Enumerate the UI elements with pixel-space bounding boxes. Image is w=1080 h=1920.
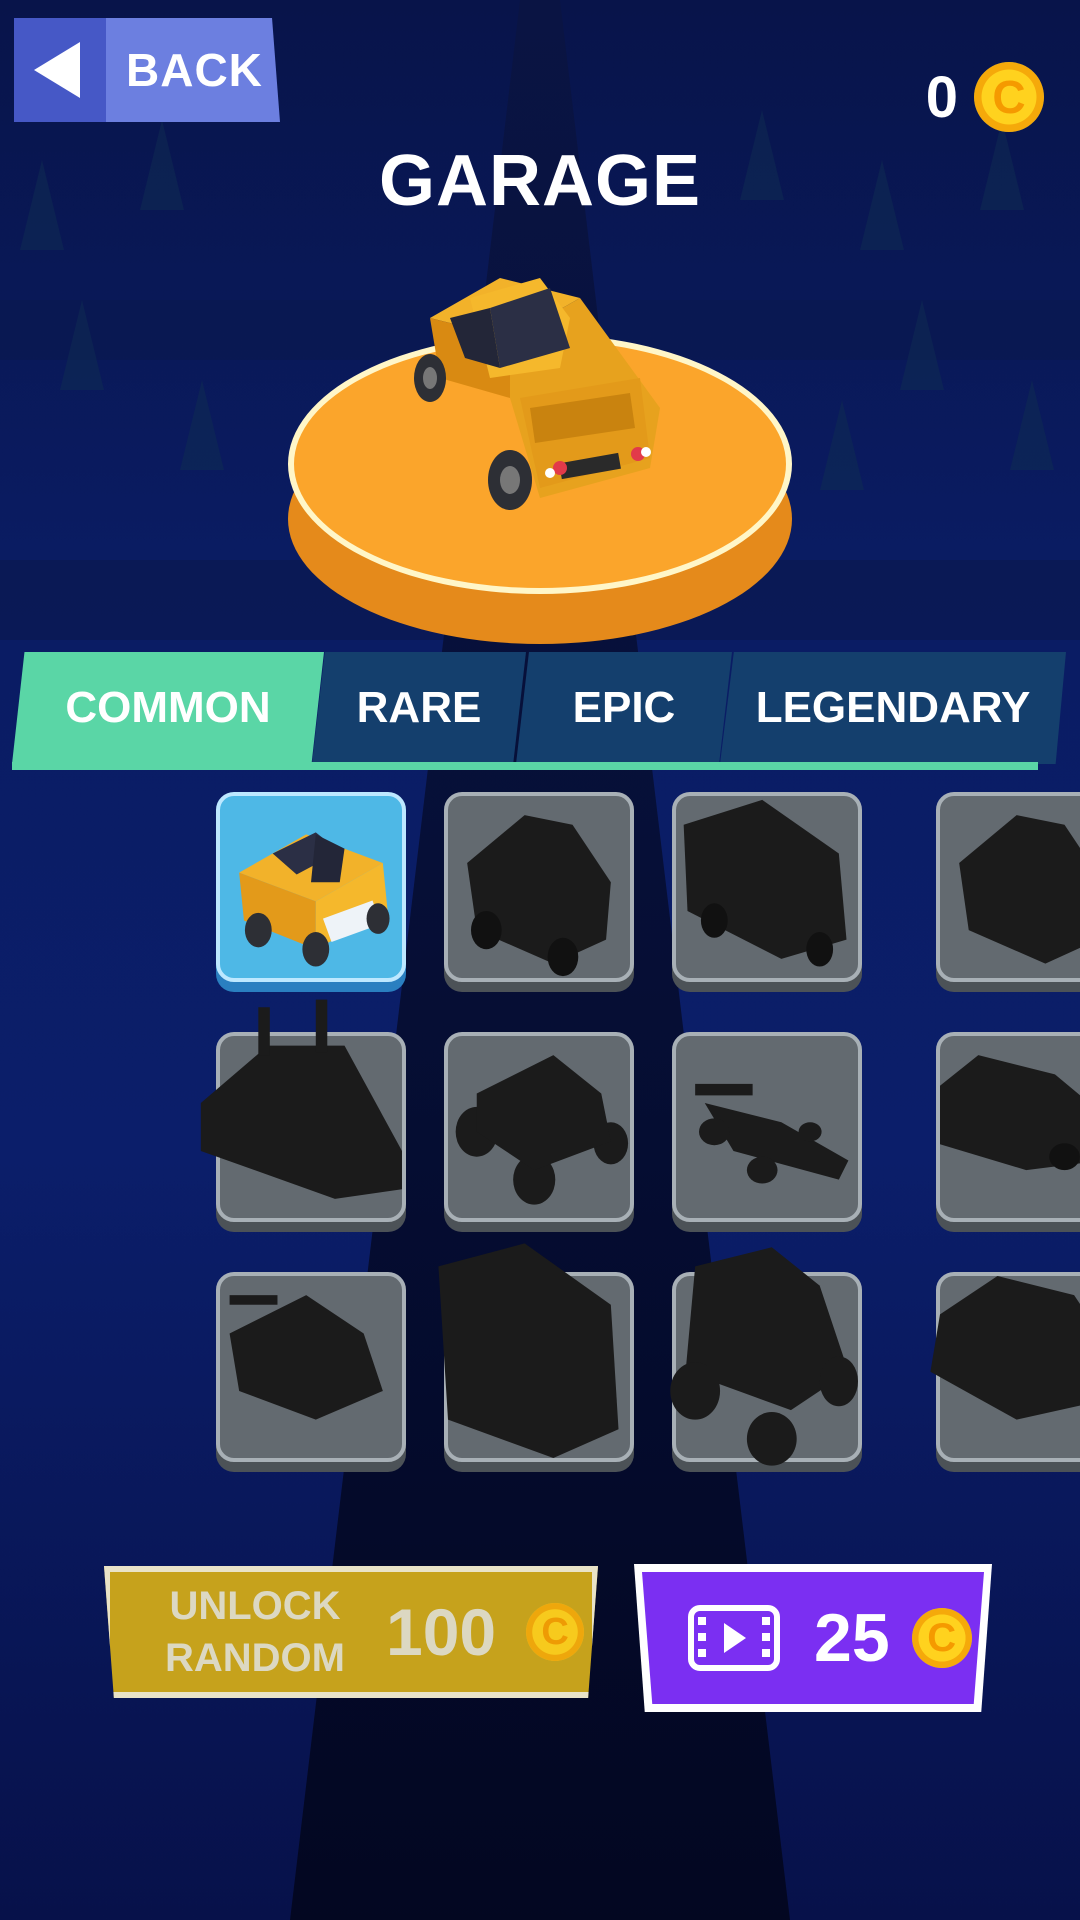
locked-car-silhouette [200,999,402,1199]
garage-slot-jeep[interactable] [444,792,634,982]
coin-count: 0 [925,64,958,130]
garage-slot-formula-car[interactable] [672,1032,862,1222]
locked-car-silhouette [930,1276,1080,1420]
back-button[interactable]: BACK [14,18,280,122]
garage-slot-sports-car[interactable] [930,1032,1080,1222]
coin-icon: C [974,62,1044,132]
locked-car-silhouette [229,1295,383,1420]
tab-common[interactable]: COMMON [12,652,324,764]
pickup-truck-thumbnail [239,832,390,967]
garage-slot-jeep-2[interactable] [936,792,1080,982]
locked-car-silhouette [455,1055,629,1205]
video-reward-amount: 25 [814,1600,890,1676]
back-arrow-icon [14,18,106,122]
coin-icon: C [911,1608,972,1668]
video-icon [688,1605,780,1671]
garage-slot-sports-car-3[interactable] [930,1272,1080,1462]
unlock-random-label: UNLOCK RANDOM [165,1584,345,1680]
selected-car-preview [414,278,660,510]
rarity-tabs: COMMON RARE EPIC LEGENDARY [12,652,1066,770]
locked-car-silhouette [670,1247,858,1466]
coin-counter: 0 C [926,62,1044,132]
tree [180,380,224,470]
page-title: GARAGE [378,141,702,221]
tree [60,300,104,390]
unlock-random-price: 100 [386,1595,497,1669]
locked-car-silhouette [438,1243,619,1458]
garage-slot-pickup-truck[interactable] [216,792,406,982]
locked-car-silhouette [930,1055,1080,1171]
locked-car-silhouette [959,815,1080,964]
unlock-random-button[interactable]: UNLOCK RANDOM 100 C [104,1566,598,1698]
garage-slot-sports-car-2[interactable] [216,1272,406,1462]
locked-car-silhouette [467,815,611,977]
tabs-underline [12,762,1038,770]
garage-slot-buggy[interactable] [444,1032,634,1222]
tree [820,400,864,490]
tab-legendary[interactable]: LEGENDARY [720,652,1066,764]
tree [900,300,944,390]
tab-rare[interactable]: RARE [312,652,526,764]
garage-slot-van[interactable] [672,792,862,982]
tab-epic[interactable]: EPIC [516,652,732,764]
garage-slot-semi-truck[interactable] [200,999,406,1222]
garage-slot-box-truck[interactable] [438,1243,634,1462]
locked-car-silhouette [683,799,847,967]
watch-video-button[interactable]: 25 C [634,1564,992,1712]
locked-car-silhouette [695,1083,849,1184]
tree [1010,380,1054,470]
coin-icon: C [526,1603,585,1661]
garage-slot-monster-truck[interactable] [670,1247,862,1466]
back-label: BACK [126,44,263,96]
